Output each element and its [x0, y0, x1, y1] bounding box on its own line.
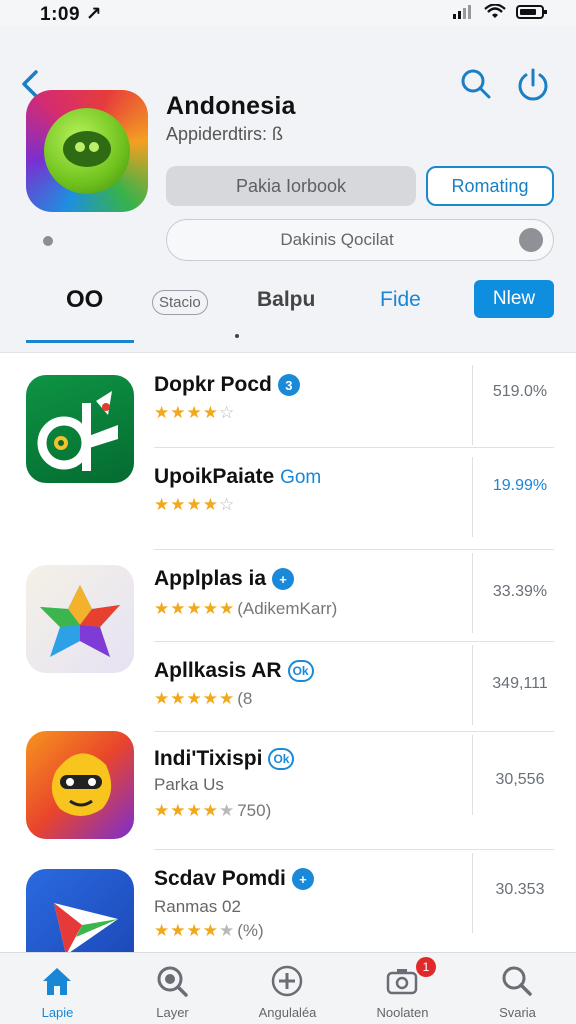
app-icon-mascot[interactable]: [26, 731, 134, 839]
status-icons: [452, 4, 548, 20]
tab-oo[interactable]: OO: [66, 286, 103, 314]
signal-icon: [453, 5, 471, 19]
tab-search[interactable]: Svaria: [460, 953, 575, 1024]
app-icon: [26, 90, 148, 212]
app-developer: Parka Us: [154, 775, 224, 794]
notification-badge: 1: [416, 957, 436, 977]
star-rating: ★★★★★ (8: [154, 689, 253, 708]
tab-dot: [235, 334, 239, 338]
app-store-screen: 1:09 ↗ Andonesia Appiderdtirs: ß Pakia I…: [0, 0, 576, 1024]
search-placeholder: Dakinis Qocilat: [280, 230, 394, 249]
app-icon-face: [63, 131, 111, 167]
app-price[interactable]: 19.99%: [480, 477, 560, 495]
app-header: Andonesia Appiderdtirs: ß Pakia Iorbook …: [0, 26, 576, 352]
divider: [472, 735, 473, 815]
tab-label: Layer: [156, 1005, 189, 1020]
tab-label: Lapie: [41, 1005, 74, 1020]
star-rating: ★★★★★ (%): [154, 921, 264, 940]
segment-tabs: OO Stacio Balpu Fide Nlew: [0, 278, 576, 348]
app-name[interactable]: Dopkr Pocd 3: [154, 373, 300, 397]
star-rating: ★★★★★ (AdikemKarr): [154, 599, 338, 618]
app-price[interactable]: 33.39%: [480, 583, 560, 601]
tab-stacio[interactable]: Stacio: [152, 290, 208, 315]
divider: [154, 731, 554, 732]
camera-icon: [386, 969, 418, 995]
divider: [154, 849, 554, 850]
ok-badge-icon: Ok: [287, 660, 314, 683]
star-rating: ★★★★☆: [154, 403, 236, 422]
primary-button[interactable]: Pakia Iorbook: [166, 166, 416, 206]
divider: [154, 447, 554, 448]
add-badge-icon: +: [272, 568, 295, 591]
add-circle-icon: [271, 965, 303, 997]
tab-underline: [26, 340, 134, 343]
tab-label: Svaria: [499, 1005, 536, 1020]
search-input[interactable]: Dakinis Qocilat: [166, 219, 554, 261]
tab-layer[interactable]: Layer: [115, 953, 230, 1024]
mascot-icon: [51, 753, 112, 816]
app-icon-star[interactable]: [26, 565, 134, 673]
mic-icon[interactable]: [519, 228, 543, 252]
app-title: Andonesia: [166, 92, 296, 120]
app-price[interactable]: 30.353: [480, 881, 560, 899]
star-rating: ★★★★★ 750): [154, 801, 272, 820]
app-icon-green[interactable]: [26, 375, 134, 483]
divider: [472, 457, 473, 537]
tab-notifications[interactable]: 1 Noolaten: [345, 953, 460, 1024]
divider: [472, 553, 473, 633]
app-logo-icon: [37, 391, 118, 471]
tab-label: Noolaten: [376, 1005, 429, 1020]
search-icon: [502, 966, 532, 996]
app-price[interactable]: 349,111: [480, 675, 560, 693]
app-name[interactable]: Apllkasis AR Ok: [154, 659, 314, 683]
app-name[interactable]: UpoikPaiate Gom: [154, 465, 321, 489]
add-badge-icon: +: [291, 868, 314, 891]
search-icon: [157, 966, 188, 997]
bottom-tab-bar: Lapie Layer Angulaléa 1 Noolaten Svaria: [0, 952, 576, 1024]
secondary-button[interactable]: Romating: [426, 166, 554, 206]
divider: [472, 645, 473, 725]
app-list: Dopkr Pocd 3 ★★★★☆ 519.0% UpoikPaiate Gom…: [0, 352, 576, 977]
app-name[interactable]: Applplas ia +: [154, 567, 295, 591]
tab-label: Angulaléa: [258, 1005, 317, 1020]
app-developer: Ranmas 02: [154, 897, 241, 916]
wifi-icon: [484, 4, 506, 18]
app-icon-eye: [75, 142, 85, 152]
verified-badge-icon: 3: [277, 374, 300, 397]
power-icon[interactable]: [514, 66, 552, 104]
app-price[interactable]: 519.0%: [480, 383, 560, 401]
home-icon: [43, 968, 71, 995]
app-icon-eye: [89, 142, 99, 152]
tab-new[interactable]: Nlew: [474, 280, 554, 318]
star-logo-icon: [40, 585, 120, 657]
star-rating: ★★★★☆: [154, 495, 236, 514]
app-name[interactable]: Scdav Pomdi +: [154, 867, 314, 891]
divider: [472, 365, 473, 445]
status-time: 1:09 ↗: [40, 4, 103, 25]
tab-add[interactable]: Angulaléa: [230, 953, 345, 1024]
tab-fide[interactable]: Fide: [380, 288, 421, 312]
status-bar: 1:09 ↗: [0, 0, 576, 26]
battery-icon: [516, 5, 547, 19]
ok-badge-icon: Ok: [268, 748, 295, 771]
page-indicator-dot: [43, 236, 53, 246]
tab-balpu[interactable]: Balpu: [257, 288, 315, 312]
divider: [154, 549, 554, 550]
divider: [472, 853, 473, 933]
app-price[interactable]: 30,556: [480, 771, 560, 789]
divider: [154, 641, 554, 642]
search-icon[interactable]: [458, 66, 494, 102]
app-subtitle: Appiderdtirs: ß: [166, 124, 284, 144]
tab-home[interactable]: Lapie: [0, 953, 115, 1024]
app-name[interactable]: Indi'Tixispi Ok: [154, 747, 295, 771]
